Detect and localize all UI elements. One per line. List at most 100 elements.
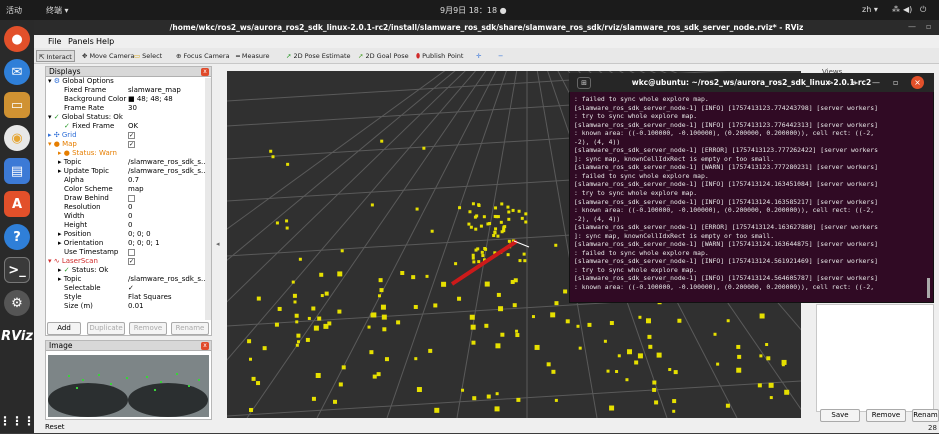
tree-row-value[interactable]: slamware_map (128, 86, 208, 95)
checkbox[interactable]: ✓ (128, 257, 208, 266)
tree-row[interactable]: Color Scheme map (46, 185, 211, 194)
tree-row[interactable]: Use Timestamp (46, 248, 211, 257)
files-icon[interactable]: ▭ (4, 92, 30, 118)
help-icon[interactable]: ? (4, 224, 30, 250)
tree-row-value[interactable]: 0.7 (128, 176, 208, 185)
reset-button[interactable]: Reset (45, 423, 69, 433)
tool-move-camera[interactable]: ✥ Move Camera (80, 50, 136, 62)
checkbox[interactable]: ✓ (128, 140, 208, 149)
thunderbird-icon[interactable]: ✉ (4, 59, 30, 85)
tree-row[interactable]: ▾ ✓ Global Status: Ok (46, 113, 211, 122)
remove-tool-icon[interactable]: − (496, 50, 505, 62)
checkbox[interactable] (128, 248, 208, 257)
views-list[interactable] (816, 304, 934, 412)
tree-row[interactable]: Style Flat Squares (46, 293, 211, 302)
activities-button[interactable]: 活动 (6, 5, 22, 16)
tree-row[interactable]: ▾ ● Map ✓ (46, 140, 211, 149)
map-point (247, 339, 252, 344)
settings-icon[interactable]: ⚙ (4, 290, 30, 316)
tree-row[interactable]: ▸ Position 0; 0; 0 (46, 230, 211, 239)
tree-row[interactable]: ▸ ✓ Status: Ok (46, 266, 211, 275)
rename-button[interactable]: Rename (171, 322, 209, 335)
search-icon[interactable]: ⌕ (828, 78, 832, 88)
hamburger-menu-icon[interactable]: ≡ (850, 78, 857, 87)
tree-row[interactable]: ▸ Orientation 0; 0; 0; 1 (46, 239, 211, 248)
new-tab-icon[interactable]: ⊞ (577, 77, 591, 89)
app-menu[interactable]: 终端 ▾ (46, 5, 69, 16)
tree-row[interactable]: Height 0 (46, 221, 211, 230)
close-icon[interactable]: x (201, 68, 209, 76)
tree-row[interactable]: ▸ Topic/slamware_ros_sdk_s... (46, 275, 211, 284)
rhythmbox-icon[interactable]: ◉ (4, 125, 30, 151)
tree-row-value[interactable]: /slamware_ros_sdk_s... (128, 167, 208, 176)
clock[interactable]: 9月9日 18：18 ● (440, 5, 507, 16)
tree-row[interactable]: Draw Behind (46, 194, 211, 203)
add-tool-icon[interactable]: ✛ (474, 50, 483, 62)
add-button[interactable]: Add (47, 322, 81, 335)
rename-view-button[interactable]: Renam (912, 409, 939, 422)
terminal-line: [slamware_ros_sdk_server_node-1] [ERROR]… (574, 223, 878, 232)
map-point (294, 313, 299, 318)
tool-select[interactable]: ▭ Select (132, 50, 164, 62)
terminal-output[interactable]: : failed to sync whole explore map. [slam… (574, 95, 929, 300)
maximize-icon[interactable]: ▫ (893, 78, 898, 87)
tool-measure[interactable]: ═ Measure (234, 50, 272, 62)
maximize-icon[interactable]: ▫ (926, 22, 931, 31)
tree-row-value[interactable]: ✓ (128, 284, 208, 293)
tree-row[interactable]: ▸ Update Topic/slamware_ros_sdk_s... (46, 167, 211, 176)
displays-tree[interactable]: ▾ ⚙ Global Options Fixed Frame slamware_m… (46, 77, 211, 311)
tree-row-value[interactable]: /slamware_ros_sdk_s... (128, 158, 208, 167)
close-icon[interactable]: x (201, 342, 209, 350)
tree-row[interactable]: Resolution 0 (46, 203, 211, 212)
remove-button[interactable]: Remove (129, 322, 167, 335)
tree-row[interactable]: ✓ Fixed Frame OK (46, 122, 211, 131)
close-icon[interactable]: × (911, 76, 924, 89)
terminal-icon[interactable]: >_ (4, 257, 30, 283)
firefox-icon[interactable]: ● (4, 26, 30, 52)
tree-row[interactable]: Frame Rate 30 (46, 104, 211, 113)
volume-icon[interactable]: ◀) (903, 5, 912, 14)
menu-file[interactable]: File (48, 37, 61, 46)
remove-view-button[interactable]: Remove (866, 409, 906, 422)
tree-row-value[interactable]: ■ 48; 48; 48 (128, 95, 208, 104)
language-indicator[interactable]: zh ▾ (862, 5, 878, 14)
panel-splitter-handle[interactable]: ◂ (216, 240, 220, 248)
network-icon[interactable]: ⁂ (892, 5, 900, 14)
checkbox[interactable] (128, 194, 208, 203)
menu-help[interactable]: Help (96, 37, 114, 46)
tree-row[interactable]: Width 0 (46, 212, 211, 221)
tree-row[interactable]: ▸ ✣ Grid ✓ (46, 131, 211, 140)
tree-row-value[interactable]: /slamware_ros_sdk_s... (128, 275, 208, 284)
tool-2d-pose-estimate[interactable]: ➚ 2D Pose Estimate (284, 50, 353, 62)
tree-row-value[interactable]: Flat Squares (128, 293, 208, 302)
tree-row[interactable]: ▾ ⚙ Global Options (46, 77, 211, 86)
tool-publish-point[interactable]: ⬮ Publish Point (414, 50, 465, 62)
tree-row[interactable]: Alpha 0.7 (46, 176, 211, 185)
tool-2d-goal-pose[interactable]: ➚ 2D Goal Pose (356, 50, 411, 62)
power-icon[interactable]: ⏻ (920, 5, 926, 15)
tree-row[interactable]: Fixed Frame slamware_map (46, 86, 211, 95)
tree-row[interactable]: ▸ ● Status: Warn (46, 149, 211, 158)
tree-row[interactable]: ▾ ∿ LaserScan ✓ (46, 257, 211, 266)
show-apps-icon[interactable]: ⋮⋮⋮ (0, 408, 35, 434)
menu-panels[interactable]: Panels (68, 37, 94, 46)
terminal-scrollbar[interactable] (927, 278, 930, 298)
tree-row[interactable]: Selectable ✓ (46, 284, 211, 293)
tree-row-value[interactable]: map (128, 185, 208, 194)
app-store-icon[interactable]: A (4, 191, 30, 217)
minimize-icon[interactable]: — (908, 22, 916, 31)
rviz-icon[interactable]: RViz (1, 323, 33, 349)
tree-row-value[interactable]: 0.01 (128, 302, 208, 311)
writer-icon[interactable]: ▤ (4, 158, 30, 184)
tree-row[interactable]: ▸ Topic/slamware_ros_sdk_s... (46, 158, 211, 167)
scrollbar[interactable] (205, 78, 211, 320)
tree-row[interactable]: Background Color ■ 48; 48; 48 (46, 95, 211, 104)
duplicate-button[interactable]: Duplicate (87, 322, 125, 335)
tool-interact[interactable]: ⇱ Interact (36, 50, 75, 62)
save-view-button[interactable]: Save (820, 409, 860, 422)
tree-row[interactable]: Size (m) 0.01 (46, 302, 211, 311)
minimize-icon[interactable]: — (872, 78, 880, 87)
checkbox[interactable]: ✓ (128, 131, 208, 140)
tree-row-value[interactable]: 30 (128, 104, 208, 113)
tool-focus-camera[interactable]: ⊕ Focus Camera (174, 50, 232, 62)
